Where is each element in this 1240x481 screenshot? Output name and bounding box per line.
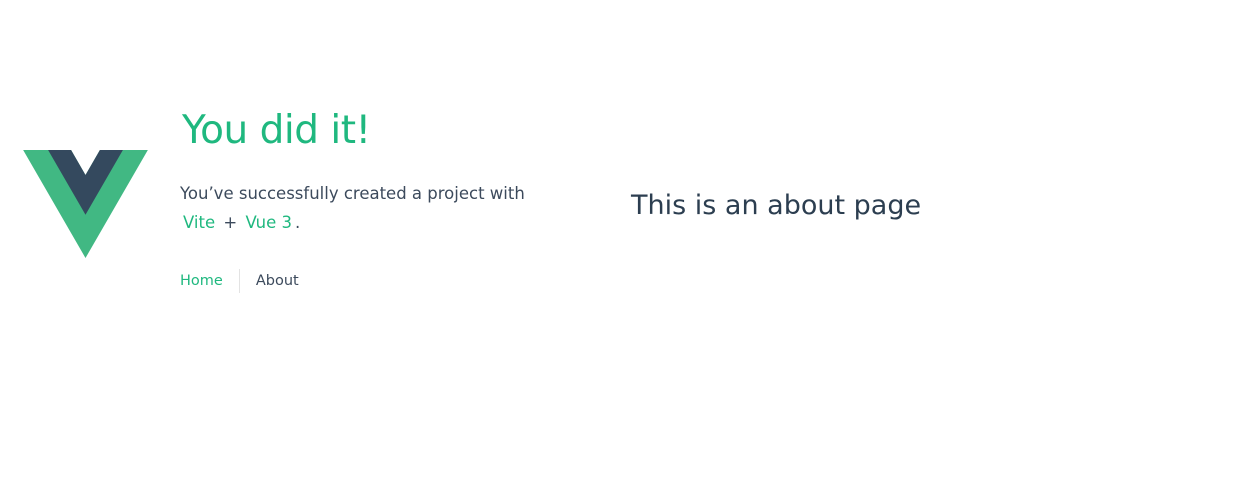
- subtitle: You’ve successfully created a project wi…: [180, 179, 560, 237]
- main-nav: Home About: [180, 269, 560, 293]
- period: .: [295, 213, 301, 232]
- subtitle-text: You’ve successfully created a project wi…: [180, 184, 525, 203]
- about-heading: This is an about page: [631, 190, 922, 221]
- app-root: You did it! You’ve successfully created …: [0, 0, 1240, 481]
- vite-link[interactable]: Vite: [180, 213, 218, 232]
- plus-sign: +: [223, 213, 238, 232]
- vue-logo-icon: [23, 150, 148, 258]
- page-title: You did it!: [182, 108, 371, 153]
- header-wrapper: You did it! You’ve successfully created …: [180, 105, 560, 293]
- nav-about-link[interactable]: About: [240, 269, 299, 293]
- nav-home-link[interactable]: Home: [180, 269, 240, 293]
- vue-link[interactable]: Vue 3: [242, 213, 295, 232]
